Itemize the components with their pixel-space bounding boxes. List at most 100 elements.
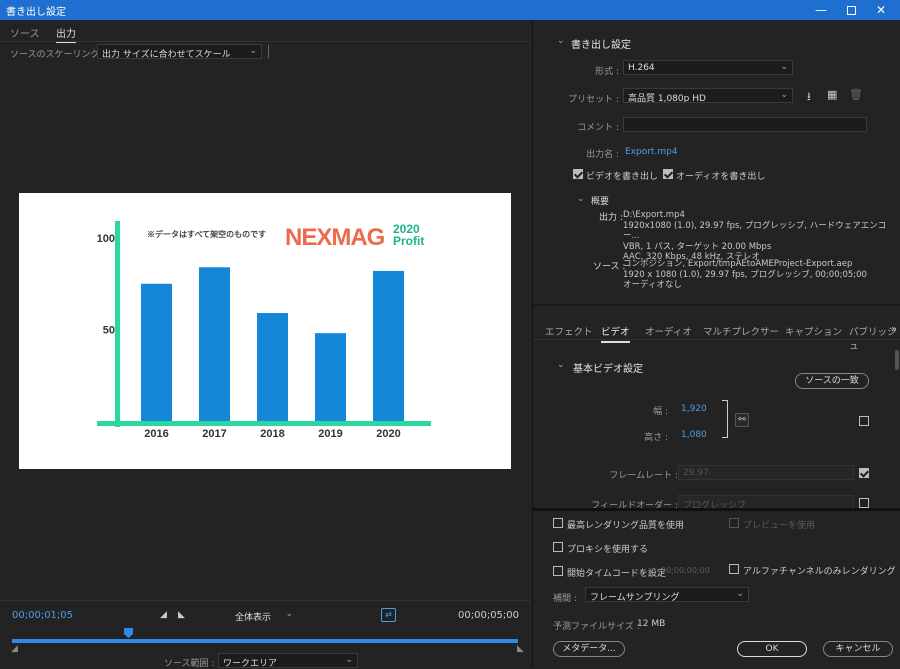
interpolation-dropdown[interactable]: フレームサンプリング ⌄ (585, 587, 749, 602)
chevron-down-icon: ⌄ (780, 90, 788, 100)
divider (533, 304, 900, 306)
chevron-down-icon: ⌄ (345, 655, 353, 665)
source-range-dropdown[interactable]: ワークエリア ⌄ (218, 653, 358, 668)
interpolation-value: フレームサンプリング (590, 593, 680, 602)
source-output-tabs: ソース 出力 (0, 20, 530, 43)
range-end-icon[interactable]: ◣ (517, 644, 524, 654)
chevron-down-icon: ⌄ (780, 62, 788, 72)
settings-tabs: エフェクト ビデオ オーディオ マルチプレクサー キャプション パブリッシュ » (533, 318, 900, 352)
x-tick-label: 2016 (144, 428, 168, 440)
interpolation-label: 補間 : (553, 594, 577, 604)
use-proxy-checkbox[interactable] (553, 542, 563, 552)
playhead[interactable] (124, 628, 133, 638)
summary-source-line: 1920 x 1080 (1.0), 29.97 fps, プログレッシブ, 0… (623, 269, 867, 280)
divider (268, 45, 269, 58)
logo-text: NEXMAG (285, 224, 385, 251)
x-tick-label: 2019 (318, 428, 342, 440)
maximize-button[interactable] (836, 0, 866, 20)
current-timecode[interactable]: 00;00;01;05 (12, 610, 73, 621)
format-dropdown[interactable]: H.264 ⌄ (623, 60, 793, 75)
scrollbar[interactable] (895, 350, 899, 370)
preset-value: 高品質 1,080p HD (628, 94, 706, 103)
close-icon: ✕ (875, 3, 887, 17)
width-value[interactable]: 1,920 (681, 404, 707, 414)
bar (315, 333, 346, 421)
format-label: 形式 : (595, 67, 619, 77)
tab-output[interactable]: 出力 (56, 25, 76, 43)
match-source-button[interactable]: ソースの一致 (795, 373, 869, 389)
close-button[interactable]: ✕ (866, 0, 896, 20)
export-video-checkbox[interactable] (573, 169, 583, 179)
cancel-button[interactable]: キャンセル (823, 641, 893, 657)
link-icon[interactable]: ⚯ (735, 413, 749, 427)
tab-captions[interactable]: キャプション (785, 324, 842, 338)
field-order-checkbox[interactable] (859, 498, 869, 508)
scaling-dropdown[interactable]: 出力 サイズに合わせてスケール ⌄ (97, 44, 262, 59)
left-panel: ソース 出力 ソースのスケーリング : 出力 サイズに合わせてスケール ⌄ 20… (0, 20, 530, 669)
mark-out-icon[interactable]: ◣ (178, 610, 185, 620)
import-preset-icon[interactable]: ▦ (827, 88, 837, 101)
preset-dropdown[interactable]: 高品質 1,080p HD ⌄ (623, 88, 793, 103)
logo-sub: Profit (393, 234, 424, 248)
export-audio-label: オーディオを書き出し (676, 172, 766, 182)
summary-title: 概要 (591, 197, 610, 207)
preview-chart: 2016 2017 2018 2019 2020 50 100 ※データはすべて架空のもの… (97, 221, 431, 440)
timeline-track[interactable] (12, 639, 518, 643)
scaling-label: ソースのスケーリング : (10, 50, 106, 60)
chevron-down-icon[interactable]: ⌄ (557, 36, 565, 46)
aspect-icon[interactable]: ⇄ (381, 608, 396, 622)
use-proxy-label: プロキシを使用する (567, 545, 649, 555)
framerate-dropdown[interactable]: 29.97 (678, 465, 854, 480)
bar (257, 313, 288, 421)
width-height-checkbox[interactable] (859, 416, 869, 426)
export-audio-checkbox[interactable] (663, 169, 673, 179)
framerate-checkbox[interactable] (859, 468, 869, 478)
chevron-down-icon: ⌄ (249, 46, 257, 56)
range-start-icon[interactable]: ◢ (11, 644, 18, 654)
output-name-link[interactable]: Export.mp4 (625, 147, 678, 157)
tab-multiplexer[interactable]: マルチプレクサー (703, 324, 779, 338)
minimize-button[interactable]: — (806, 0, 836, 20)
max-render-quality-label: 最高レンダリング品質を使用 (567, 521, 685, 531)
zoom-dropdown[interactable]: 全体表示 ⌄ (230, 607, 298, 622)
height-label: 高さ : (644, 433, 668, 443)
comment-input[interactable] (623, 117, 867, 132)
width-label: 幅 : (653, 407, 668, 417)
start-timecode-label: 開始タイムコードを設定 (567, 569, 666, 579)
export-video-label: ビデオを書き出し (586, 172, 659, 182)
summary-output-line: VBR, 1 パス, ターゲット 20.00 Mbps (623, 241, 772, 252)
chevron-down-icon: ⌄ (736, 589, 744, 599)
chevron-down-icon[interactable]: ⌄ (577, 194, 585, 204)
summary-source-line: コンポジション, Export/tmpAEtoAMEProject-Export… (623, 259, 853, 269)
max-render-quality-checkbox[interactable] (553, 518, 563, 528)
scaling-row: ソースのスケーリング : 出力 サイズに合わせてスケール ⌄ (0, 42, 530, 62)
use-preview-checkbox[interactable] (729, 518, 739, 528)
tabs-overflow-icon[interactable]: » (891, 324, 897, 335)
source-range-label: ソース範囲 : (164, 659, 215, 669)
alpha-only-checkbox[interactable] (729, 564, 739, 574)
timeline-area: 00;00;01;05 ◢ ◣ 全体表示 ⌄ ⇄ 00;00;05;00 ◢ ◣… (0, 600, 530, 669)
use-preview-label: プレビューを使用 (743, 521, 816, 531)
tab-source[interactable]: ソース (10, 25, 40, 40)
tab-effects[interactable]: エフェクト (545, 324, 593, 338)
save-preset-icon[interactable]: ⭳ (807, 88, 811, 107)
tab-audio[interactable]: オーディオ (645, 324, 692, 338)
summary-output-details: D:\Export.mp4 1920x1080 (1.0), 29.97 fps… (623, 210, 900, 263)
tab-video[interactable]: ビデオ (601, 324, 630, 343)
mark-in-icon[interactable]: ◢ (160, 610, 167, 620)
height-value[interactable]: 1,080 (681, 430, 707, 440)
video-preview: 2016 2017 2018 2019 2020 50 100 ※データはすべて架空のもの… (19, 193, 511, 469)
framerate-label: フレームレート : (609, 471, 678, 481)
bar (199, 267, 230, 421)
ok-button[interactable]: OK (737, 641, 807, 657)
right-panel: ⌄ 書き出し設定 形式 : H.264 ⌄ プリセット : 高品質 1,080p… (532, 20, 900, 668)
trash-icon[interactable]: 🗑 (849, 88, 863, 101)
title-bar: 書き出し設定 — ✕ (0, 0, 900, 20)
source-range-value: ワークエリア (223, 659, 278, 668)
x-tick-label: 2020 (376, 428, 400, 440)
zoom-value: 全体表示 (235, 613, 272, 622)
chevron-down-icon[interactable]: ⌄ (557, 360, 565, 370)
start-timecode-checkbox[interactable] (553, 566, 563, 576)
file-size-label: 予測ファイルサイズ : (553, 622, 640, 632)
metadata-button[interactable]: メタデータ... (553, 641, 625, 657)
